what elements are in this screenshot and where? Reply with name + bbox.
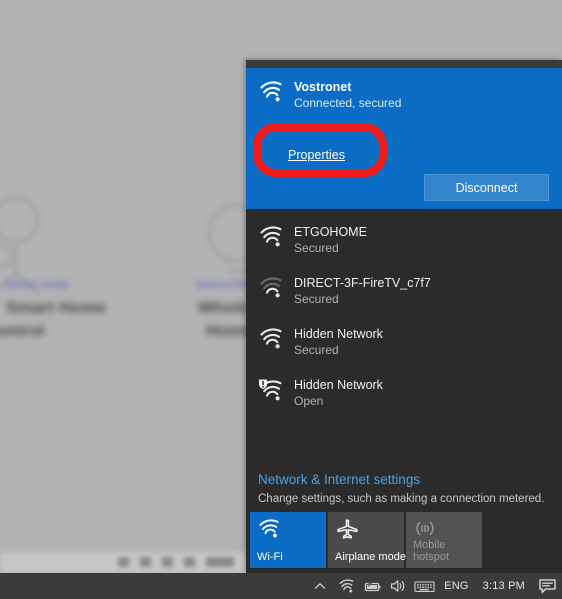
background-pagination-dot — [206, 557, 234, 567]
background-title-line1: Smart Home — [6, 298, 107, 317]
clock[interactable]: 3:13 PM — [476, 573, 532, 599]
background-illustration-left — [0, 196, 41, 296]
network-item-text: Hidden Network Secured — [290, 326, 383, 359]
network-list-item[interactable]: ETGOHOME Secured — [246, 215, 562, 266]
tile-mobile-hotspot[interactable]: Mobile hotspot — [406, 512, 482, 568]
speaker-icon[interactable] — [385, 573, 411, 599]
network-list-item[interactable]: DIRECT-3F-FireTV_c7f7 Secured — [246, 266, 562, 317]
background-title2-line1: Whole — [198, 298, 249, 317]
network-item-text: ETGOHOME Secured — [290, 224, 367, 257]
wifi-full-icon — [258, 224, 290, 252]
connected-network-row[interactable]: Vostronet Connected, secured — [246, 68, 562, 112]
background-title-line2: Control — [0, 320, 45, 340]
tile-airplane-mode[interactable]: Airplane mode — [328, 512, 406, 568]
connected-network-text: Vostronet Connected, secured — [290, 79, 401, 112]
connected-network-block[interactable]: Vostronet Connected, secured Properties … — [246, 68, 562, 209]
connected-status: Connected, secured — [294, 96, 402, 110]
tile-airplane-mode-label: Airplane mode — [335, 551, 406, 563]
wifi-weak-icon — [258, 275, 290, 303]
language-indicator[interactable]: ENG — [437, 573, 475, 599]
wifi-full-icon — [258, 79, 290, 107]
background-pagination-dot — [184, 557, 195, 567]
background-eyebrow-text: SMART HOME — [4, 280, 70, 290]
properties-link[interactable]: Properties — [288, 148, 345, 162]
wifi-open-warning-icon — [258, 377, 290, 406]
network-ssid: ETGOHOME — [294, 225, 367, 239]
tile-mobile-hotspot-label: Mobile hotspot — [413, 539, 450, 563]
network-item-text: Hidden Network Open — [290, 377, 383, 410]
wifi-full-icon — [258, 326, 290, 354]
network-status: Open — [294, 394, 324, 408]
disconnect-button[interactable]: Disconnect — [424, 174, 549, 201]
taskbar: ENG 3:13 PM — [0, 573, 562, 599]
flyout-top-edge — [246, 60, 562, 68]
network-settings-description: Change settings, such as making a connec… — [258, 493, 545, 505]
wifi-icon — [257, 519, 281, 543]
network-list-item[interactable]: Hidden Network Open — [246, 368, 562, 419]
battery-icon[interactable] — [359, 573, 385, 599]
chevron-up-icon[interactable] — [307, 573, 333, 599]
background-card-eyebrow-1: SMART HOME — [4, 280, 70, 290]
tile-wifi-label: Wi-Fi — [257, 551, 283, 563]
tile-wifi[interactable]: Wi-Fi — [250, 512, 326, 568]
available-networks-list: ETGOHOME Secured DIRECT-3F-FireTV_c7f7 S… — [246, 209, 562, 419]
quick-action-tiles: Wi-Fi Airplane mode Mobile hotspot — [250, 512, 484, 568]
network-status: Secured — [294, 241, 339, 255]
background-card-title-1: Smart Home Control — [0, 297, 107, 343]
network-ssid: DIRECT-3F-FireTV_c7f7 — [294, 276, 431, 290]
network-internet-settings-link[interactable]: Network & Internet settings — [246, 470, 562, 490]
wifi-icon[interactable] — [333, 573, 359, 599]
network-list-item[interactable]: Hidden Network Secured — [246, 317, 562, 368]
keyboard-icon[interactable] — [411, 573, 437, 599]
network-status: Secured — [294, 343, 339, 357]
background-pagination-dot — [162, 557, 173, 567]
wifi-flyout-panel: Vostronet Connected, secured Properties … — [246, 60, 562, 573]
network-ssid: Hidden Network — [294, 327, 383, 341]
network-status: Secured — [294, 292, 339, 306]
airplane-icon — [335, 519, 359, 544]
background-pagination-dot — [118, 557, 129, 567]
system-tray: ENG 3:13 PM — [307, 573, 562, 599]
connected-ssid: Vostronet — [294, 80, 352, 94]
action-center-icon[interactable] — [532, 573, 562, 599]
screen: SMART HOME Smart Home Control WHOLE HOME… — [0, 0, 562, 599]
network-item-text: DIRECT-3F-FireTV_c7f7 Secured — [290, 275, 431, 308]
background-card-title-2: Whole Home — [198, 297, 253, 343]
background-pagination-dot — [140, 557, 151, 567]
network-settings-area: Network & Internet settings Change setti… — [246, 470, 562, 508]
network-ssid: Hidden Network — [294, 378, 383, 392]
